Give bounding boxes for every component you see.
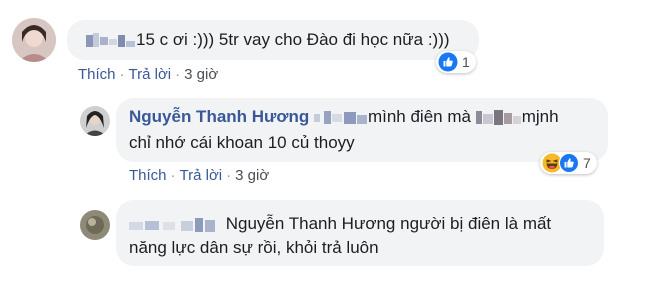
comment-2-line2: chỉ nhớ cái khoan 10 củ thoyy bbox=[129, 133, 355, 152]
separator-dot: · bbox=[170, 167, 176, 184]
separator-dot: · bbox=[226, 167, 232, 184]
like-icon bbox=[438, 52, 458, 72]
avatar-photo-icon bbox=[12, 18, 56, 62]
pixelated-blur-icon bbox=[313, 110, 367, 124]
avatar-photo-icon bbox=[80, 210, 110, 240]
reply-action[interactable]: Trả lời bbox=[129, 66, 172, 83]
reply-author-avatar[interactable] bbox=[80, 106, 110, 136]
redacted-mention bbox=[475, 108, 522, 128]
like-icon bbox=[559, 153, 579, 173]
like-action[interactable]: Thích bbox=[78, 66, 116, 83]
comment-1-text: 15 c ơi :))) 5tr vay cho Đào đi học nữa … bbox=[86, 29, 450, 51]
like-action[interactable]: Thích bbox=[129, 167, 167, 184]
comment-1-actions: Thích · Trả lời · 3 giờ bbox=[78, 66, 218, 83]
reply-action[interactable]: Trả lời bbox=[180, 167, 223, 184]
comment-2-line1: Nguyễn Thanh Hương mình điên mà mjnh bbox=[129, 107, 559, 128]
pixelated-blur-icon bbox=[129, 217, 215, 232]
redacted-commenter-name bbox=[129, 215, 221, 235]
comment-3-line1: Nguyễn Thanh Hương người bị điên là mất bbox=[129, 213, 551, 235]
separator-dot: · bbox=[175, 66, 181, 83]
comment-2-actions: Thích · Trả lời · 3 giờ bbox=[129, 167, 269, 184]
redacted-mention bbox=[86, 31, 136, 51]
author-name-link[interactable]: Nguyễn Thanh Hương bbox=[129, 107, 309, 126]
reaction-count: 1 bbox=[462, 54, 470, 70]
comment-2-reactions[interactable]: 7 bbox=[540, 152, 597, 174]
pixelated-blur-icon bbox=[86, 32, 135, 47]
commenter-3-avatar[interactable] bbox=[80, 210, 110, 240]
reaction-count: 7 bbox=[583, 155, 591, 171]
comment-3-line2: năng lực dân sự rồi, khỏi trả luôn bbox=[129, 238, 379, 257]
comment-time: 3 giờ bbox=[235, 167, 270, 184]
avatar-photo-icon bbox=[80, 106, 110, 136]
separator-dot: · bbox=[119, 66, 125, 83]
pixelated-blur-icon bbox=[475, 109, 521, 125]
comment-time: 3 giờ bbox=[184, 66, 219, 83]
comment-1-reactions[interactable]: 1 bbox=[436, 51, 476, 73]
redacted-mention bbox=[313, 108, 368, 128]
commenter-1-avatar[interactable] bbox=[12, 18, 56, 62]
